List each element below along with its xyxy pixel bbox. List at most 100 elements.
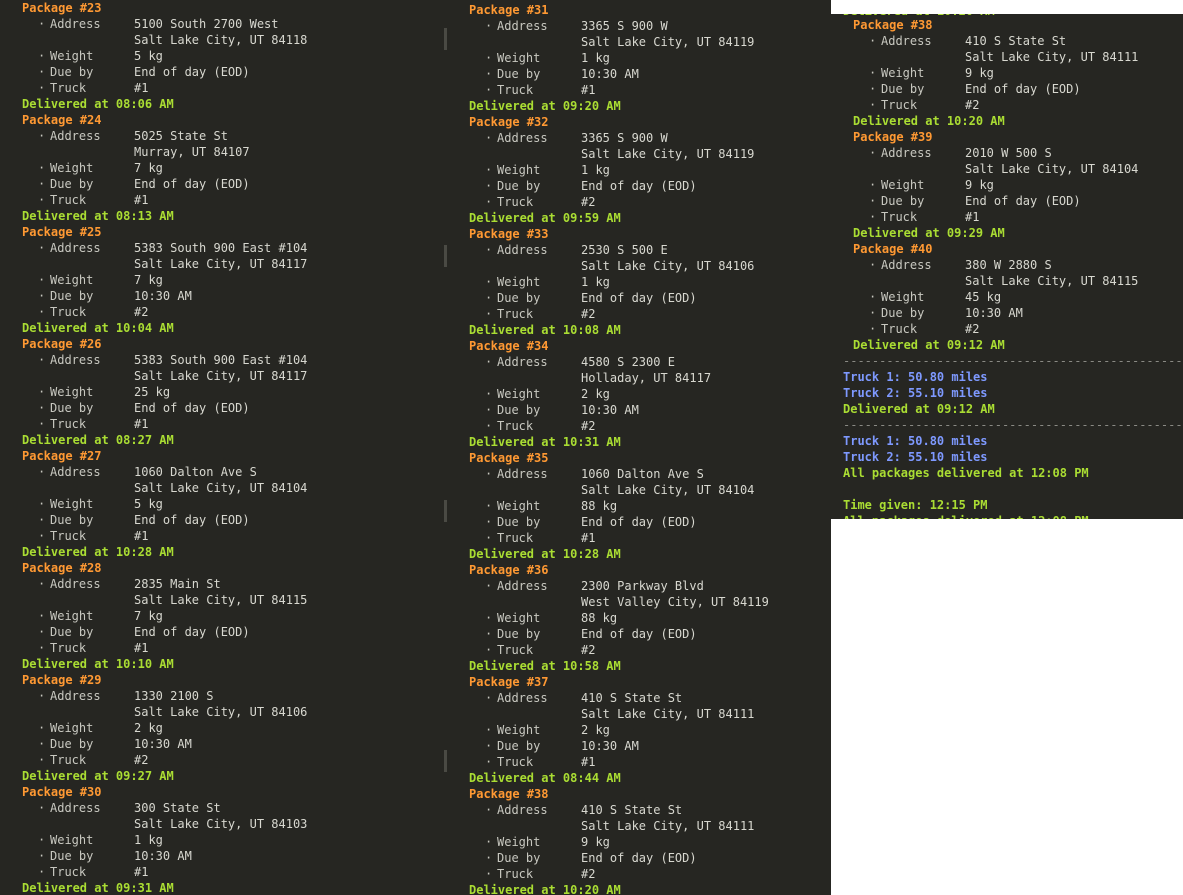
field-value: 2835 Main St (134, 577, 221, 591)
delivered-status: Delivered at 08:27 AM (22, 433, 174, 447)
field-bullet: · (38, 305, 46, 319)
field-value: End of day (EOD) (581, 851, 697, 865)
field-bullet: · (485, 867, 493, 881)
field-label: Truck (50, 641, 87, 655)
package-title: Package #37 (469, 675, 549, 689)
field-value: End of day (EOD) (965, 82, 1081, 96)
field-label: Address (497, 355, 548, 369)
field-bullet: · (485, 627, 493, 641)
field-label: Due by (50, 289, 94, 303)
field-label: Weight (497, 723, 541, 737)
package-title: Package #24 (22, 113, 102, 127)
package-title: Package #38 (469, 787, 549, 801)
field-label: Address (497, 467, 548, 481)
separator: ----------------------------------------… (843, 418, 1183, 432)
field-bullet: · (485, 723, 493, 737)
field-label: Address (497, 691, 548, 705)
field-label: Due by (50, 513, 94, 527)
field-value: Salt Lake City, UT 84115 (965, 274, 1139, 288)
field-value: End of day (EOD) (134, 625, 250, 639)
field-bullet: · (485, 403, 493, 417)
field-bullet: · (485, 851, 493, 865)
field-bullet: · (38, 193, 46, 207)
field-value: #2 (581, 307, 596, 321)
delivered-status: Delivered at 10:28 AM (22, 545, 174, 559)
field-label: Truck (881, 322, 918, 336)
field-value: 1330 2100 S (134, 689, 214, 703)
field-value: 1 kg (581, 275, 610, 289)
field-label: Due by (497, 179, 541, 193)
field-label: Due by (881, 82, 925, 96)
field-bullet: · (485, 131, 493, 145)
console-output-right: Delivered at 10:20 AM Package #38 · Address… (831, 14, 1183, 519)
field-value: 410 S State St (581, 691, 683, 705)
field-value: Salt Lake City, UT 84106 (581, 259, 755, 273)
delivered-status: Delivered at 10:08 AM (469, 323, 621, 337)
field-value: 10:30 AM (134, 289, 192, 303)
field-value: 7 kg (134, 273, 163, 287)
field-bullet: · (485, 67, 493, 81)
field-label: Truck (50, 753, 87, 767)
field-value: Salt Lake City, UT 84111 (581, 819, 755, 833)
field-bullet: · (38, 273, 46, 287)
field-bullet: · (869, 306, 877, 320)
field-bullet: · (38, 385, 46, 399)
field-value: Salt Lake City, UT 84111 (965, 50, 1139, 64)
console-output-middle: Package #31 · Address 3365 S 900 W Salt Lake… (447, 0, 831, 895)
field-label: Due by (881, 194, 925, 208)
delivered-status: Delivered at 10:04 AM (22, 321, 174, 335)
field-label: Weight (497, 499, 541, 513)
delivered-status: Delivered at 10:58 AM (469, 659, 621, 673)
field-label: Weight (50, 497, 94, 511)
field-value: #1 (965, 210, 980, 224)
field-value: End of day (EOD) (134, 401, 250, 415)
field-value: Salt Lake City, UT 84117 (134, 257, 308, 271)
field-value: 410 S State St (965, 34, 1067, 48)
field-bullet: · (38, 129, 46, 143)
field-label: Due by (50, 177, 94, 191)
package-title: Package #27 (22, 449, 102, 463)
field-label: Truck (50, 865, 87, 879)
field-value: #1 (134, 81, 149, 95)
field-value: 9 kg (581, 835, 610, 849)
field-label: Weight (497, 275, 541, 289)
field-bullet: · (485, 355, 493, 369)
field-value: 10:30 AM (581, 739, 639, 753)
field-label: Weight (50, 721, 94, 735)
field-label: Due by (497, 67, 541, 81)
field-bullet: · (38, 641, 46, 655)
field-label: Truck (50, 305, 87, 319)
field-bullet: · (38, 737, 46, 751)
field-bullet: · (485, 291, 493, 305)
field-bullet: · (485, 163, 493, 177)
package-title: Package #40 (853, 242, 933, 256)
field-bullet: · (485, 835, 493, 849)
field-label: Address (50, 689, 101, 703)
field-label: Truck (497, 531, 534, 545)
field-bullet: · (485, 307, 493, 321)
delivered-status: Delivered at 09:12 AM (853, 338, 1005, 352)
truck-1-miles: Truck 1: 50.80 miles (843, 370, 988, 384)
field-value: 10:30 AM (581, 403, 639, 417)
truck-2-miles: Truck 2: 55.10 miles (843, 450, 988, 464)
field-label: Address (881, 34, 932, 48)
field-label: Weight (497, 611, 541, 625)
field-bullet: · (38, 849, 46, 863)
field-bullet: · (38, 241, 46, 255)
field-value: 45 kg (965, 290, 1002, 304)
field-bullet: · (869, 194, 877, 208)
field-value: #2 (581, 867, 596, 881)
field-bullet: · (485, 739, 493, 753)
field-value: 2010 W 500 S (965, 146, 1052, 160)
field-value: 1060 Dalton Ave S (134, 465, 257, 479)
field-label: Truck (497, 419, 534, 433)
field-label: Truck (497, 867, 534, 881)
field-label: Truck (497, 755, 534, 769)
field-value: 1 kg (581, 163, 610, 177)
field-label: Address (881, 146, 932, 160)
field-label: Truck (50, 193, 87, 207)
delivered-status: Delivered at 10:31 AM (469, 435, 621, 449)
field-bullet: · (485, 515, 493, 529)
field-bullet: · (485, 499, 493, 513)
field-bullet: · (485, 179, 493, 193)
